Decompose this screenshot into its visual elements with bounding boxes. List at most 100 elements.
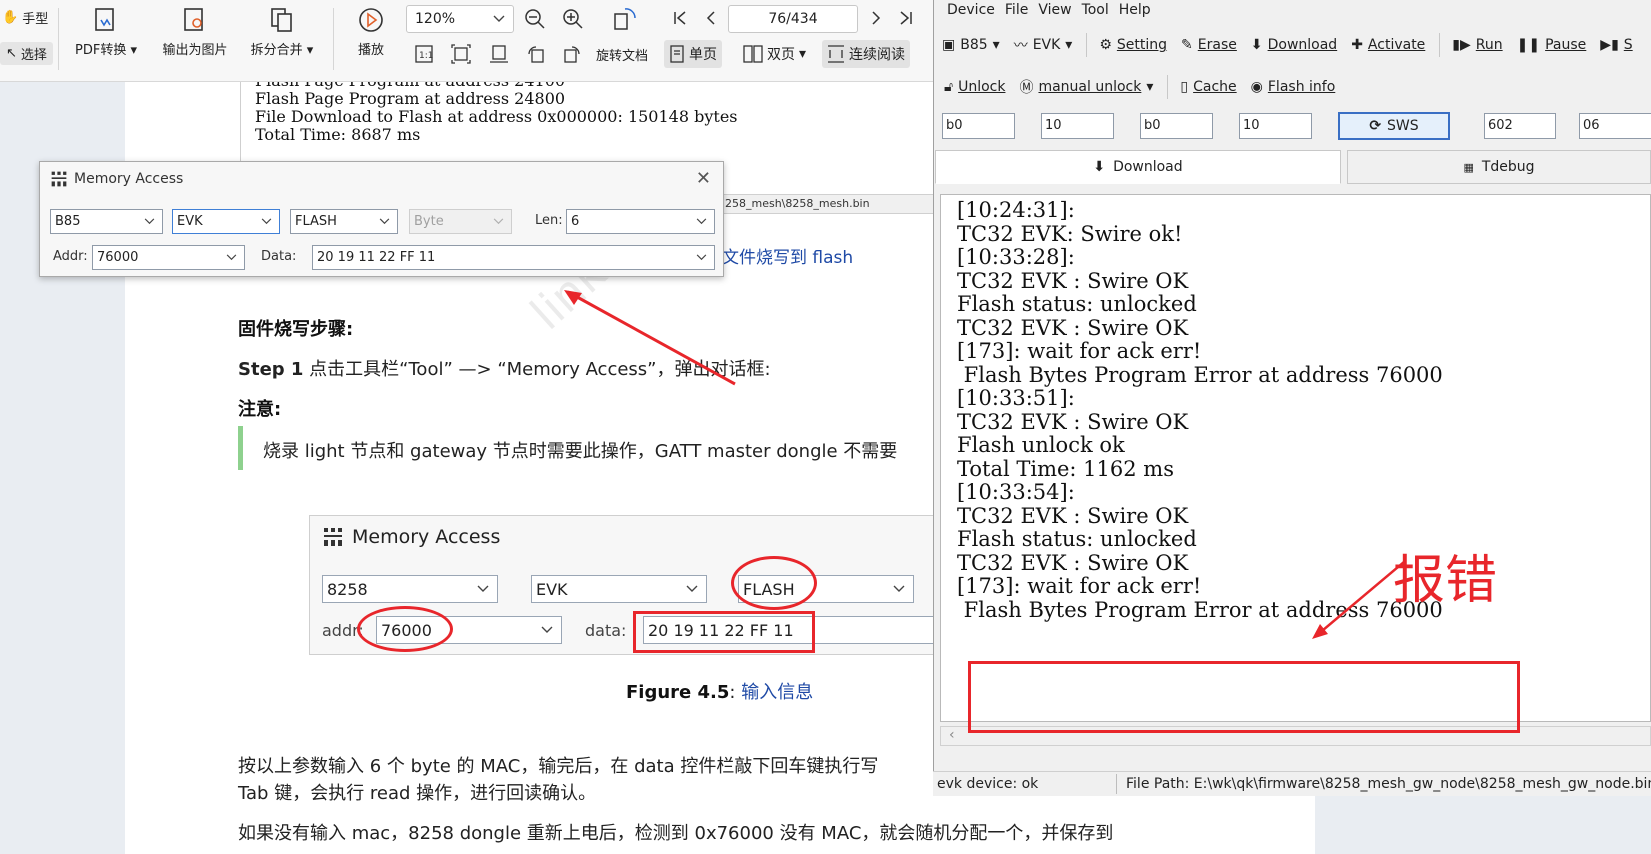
rotate-right-icon[interactable] (562, 44, 582, 64)
hand-icon: ✋ (2, 10, 19, 25)
pdf-convert-button[interactable]: PDF转换 ▾ (70, 6, 142, 58)
chevron-down-icon (493, 218, 504, 225)
toolbar-divider (1167, 75, 1169, 99)
register-field[interactable]: 10 (1041, 113, 1114, 139)
console-line: [173]: wait for ack err! (957, 339, 1202, 363)
continuous-read-button[interactable]: 连续阅读 (822, 40, 910, 68)
export-image-button[interactable]: 输出为图片 (155, 6, 235, 58)
rotate-doc-label[interactable]: 旋转文档 (596, 45, 648, 64)
figure-title: Memory Access (322, 526, 500, 548)
export-image-icon (184, 8, 203, 31)
select-tool[interactable]: ↖ 选择 (0, 42, 53, 65)
zoom-select[interactable]: 120% (406, 5, 514, 33)
bdt-toolbar-2: 🔓︎ Unlock Ⓜmanual unlock ▾ ▯ Cache ◉ Flash … (934, 72, 1651, 102)
close-icon[interactable]: ✕ (696, 168, 711, 189)
bdt-tabs: ⬇ Download ▦ Tdebug (935, 150, 1651, 184)
download-icon: ⬇ (1250, 37, 1263, 53)
pause-button[interactable]: ❚❚ Pause (1517, 37, 1587, 53)
run-button[interactable]: ▮▶ Run (1452, 37, 1502, 53)
cache-button[interactable]: ▯ Cache (1180, 79, 1236, 95)
register-field[interactable]: 06 (1579, 113, 1651, 139)
console-line: [10:33:51]: (957, 386, 1075, 410)
page-number-input[interactable]: 76/434 (728, 5, 858, 33)
len-select[interactable]: 6 (566, 209, 715, 234)
unit-select[interactable]: Byte (409, 209, 512, 234)
annotation-arrow-dialog (564, 290, 736, 386)
sws-button[interactable]: ⟳ SWS (1338, 112, 1450, 140)
register-field[interactable]: 602 (1484, 113, 1556, 139)
continuous-read-icon (828, 45, 844, 63)
toolbar-divider (58, 8, 59, 70)
mode-dropdown[interactable]: 〰 EVK ▾ (1014, 35, 1073, 55)
rotate-doc-icon[interactable] (612, 6, 638, 32)
chip-select[interactable]: B85 (50, 209, 163, 234)
device-status: evk device: ok (937, 776, 1039, 792)
prev-page-icon[interactable] (703, 10, 719, 26)
zoom-in-icon[interactable] (562, 8, 584, 30)
step1-label: Step 1 (238, 359, 304, 380)
paragraph-line: 如果没有输入 mac，8258 dongle 重新上电后，检测到 0x76000… (238, 823, 1114, 844)
refresh-icon: ⟳ (1369, 118, 1382, 134)
unlock-button[interactable]: 🔓︎ Unlock (944, 79, 1005, 95)
manual-unlock-dropdown[interactable]: Ⓜmanual unlock ▾ (1019, 77, 1153, 97)
single-page-button[interactable]: 单页 (664, 40, 722, 68)
zoom-out-icon[interactable] (524, 8, 546, 30)
flash-info-button[interactable]: ◉ Flash info (1251, 79, 1336, 95)
menu-device[interactable]: Device (942, 0, 1000, 22)
chevron-down-icon (261, 218, 272, 225)
mode-select[interactable]: EVK (172, 209, 280, 234)
menu-help[interactable]: Help (1114, 0, 1156, 22)
rotate-left-icon[interactable] (526, 44, 546, 64)
console-line: Total Time: 1162 ms (957, 456, 1174, 481)
console-line: [10:24:31]: (957, 198, 1075, 222)
len-label: Len: (535, 213, 563, 228)
console-line: TC32 EVK : Swire OK (957, 315, 1189, 340)
menu-file[interactable]: File (1000, 0, 1033, 22)
tab-download[interactable]: ⬇ Download (935, 150, 1341, 184)
tdebug-icon: ▦ (1463, 160, 1474, 174)
console-line: [173]: wait for ack err! (957, 574, 1202, 598)
tab-tdebug[interactable]: ▦ Tdebug (1347, 150, 1651, 184)
last-page-icon[interactable] (898, 10, 914, 26)
console-line: Flash Bytes Program Error at address 760… (957, 362, 1443, 387)
play-button[interactable]: 播放 (350, 6, 392, 58)
step-button[interactable]: ▶▮ S (1600, 37, 1632, 53)
chevron-down-icon (144, 218, 155, 225)
fit-width-icon[interactable] (489, 44, 509, 64)
register-field[interactable]: b0 (1140, 113, 1213, 139)
console-line: Flash unlock ok (957, 433, 1125, 457)
download-button[interactable]: ⬇ Download (1251, 37, 1337, 53)
highlight-rect-error (968, 661, 1520, 733)
note-heading: 注意: (238, 399, 282, 420)
eye-icon: ◉ (1250, 79, 1263, 95)
log-line: Flash Page Program at address 24800 (255, 89, 566, 108)
next-page-icon[interactable] (868, 10, 884, 26)
first-page-icon[interactable] (672, 10, 688, 26)
erase-button[interactable]: ✎ Erase (1181, 37, 1237, 53)
actual-size-icon[interactable]: 1:1 (414, 44, 434, 64)
toolbar-divider (1439, 33, 1441, 57)
activate-button[interactable]: ✚ Activate (1351, 37, 1425, 53)
m-icon: Ⓜ (1019, 80, 1034, 96)
double-page-button[interactable]: 双页 ▾ (738, 40, 811, 68)
data-input[interactable]: 20 19 11 22 FF 11 (312, 245, 715, 270)
menu-tool[interactable]: Tool (1077, 0, 1114, 22)
addr-input[interactable]: 76000 (92, 245, 245, 270)
register-field[interactable]: b0 (942, 113, 1015, 139)
chevron-down-icon (379, 218, 390, 225)
double-page-icon (743, 45, 763, 63)
menu-view[interactable]: View (1033, 0, 1076, 22)
hand-tool[interactable]: ✋ 手型 (2, 8, 48, 27)
chip-dropdown[interactable]: ▣ B85 ▾ (942, 37, 1000, 53)
fit-page-icon[interactable] (451, 44, 471, 64)
type-select[interactable]: FLASH (290, 209, 398, 234)
chevron-down-icon (686, 585, 698, 592)
document-link[interactable]: 文件烧写到 flash (722, 243, 853, 268)
section-heading: 固件烧写步骤: (238, 319, 354, 340)
split-merge-icon (271, 8, 292, 32)
register-field[interactable]: 10 (1239, 113, 1312, 139)
highlight-ellipse-addr (357, 606, 453, 652)
setting-button[interactable]: ⚙ Setting (1099, 37, 1167, 53)
split-merge-button[interactable]: 拆分合并 ▾ (243, 6, 321, 58)
error-annotation: 报错 (1393, 551, 1498, 611)
